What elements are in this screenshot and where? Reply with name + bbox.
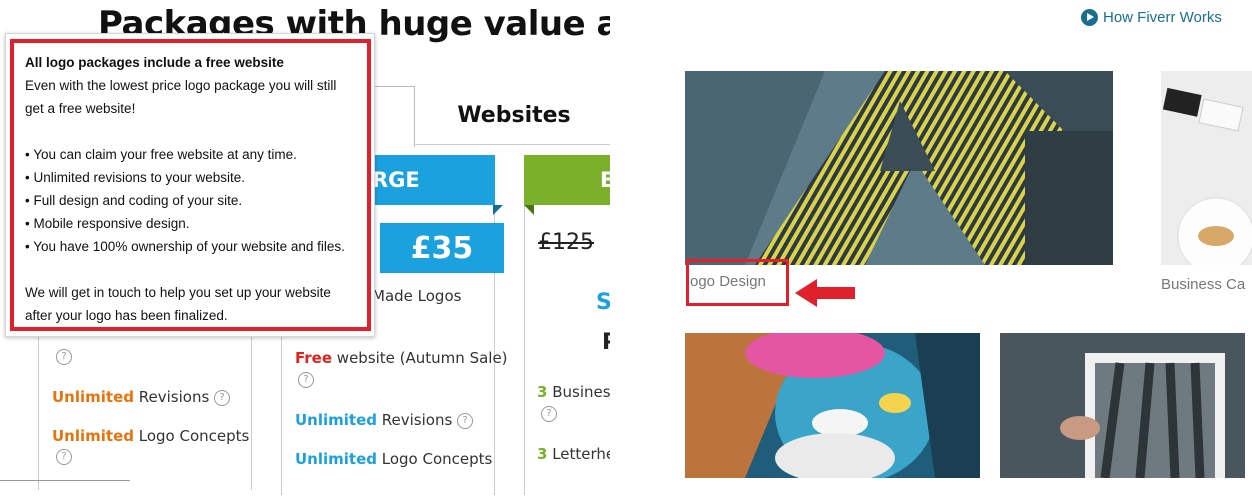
banner-fold bbox=[524, 205, 534, 215]
right-card-fragment: P bbox=[602, 330, 610, 355]
help-icon[interactable]: ? bbox=[457, 412, 474, 429]
help-icon[interactable]: ? bbox=[214, 389, 231, 406]
photography-image[interactable] bbox=[1000, 333, 1245, 478]
feature-made-logos: Made Logos bbox=[372, 287, 462, 305]
logo-design-image[interactable] bbox=[685, 71, 1113, 265]
package-banner-large-label: RGE bbox=[372, 168, 420, 192]
feature-highlight: Free bbox=[295, 349, 333, 367]
package-banner-right-label: E bbox=[600, 168, 610, 192]
feature-highlight: 3 bbox=[537, 383, 548, 401]
how-fiverr-works-label: How Fiverr Works bbox=[1103, 9, 1222, 26]
tooltip-text: after your logo has been finalized. bbox=[25, 308, 228, 323]
tooltip-title: All logo packages include a free website bbox=[25, 55, 284, 70]
feature-letterheads: 3 Letterhea bbox=[537, 445, 610, 463]
business-cards-image[interactable] bbox=[1161, 71, 1252, 265]
help-icon[interactable]: ? bbox=[56, 348, 72, 366]
feature-free-website: Free website (Autumn Sale) bbox=[295, 349, 508, 367]
feature-logo-concepts: Unlimited Logo Concepts bbox=[52, 427, 249, 445]
feature-logo-concepts: Unlimited Logo Concepts bbox=[295, 450, 492, 468]
tooltip-text: Even with the lowest price logo package … bbox=[25, 78, 337, 93]
price-value: £35 bbox=[410, 230, 474, 266]
package-banner-right: E bbox=[524, 155, 610, 205]
how-fiverr-works-link[interactable]: How Fiverr Works bbox=[1081, 9, 1222, 26]
annotation-highlight-box bbox=[686, 259, 789, 306]
feature-text: Revisions bbox=[377, 411, 453, 429]
feature-highlight: 3 bbox=[537, 445, 548, 463]
tooltip-bullet: • Mobile responsive design. bbox=[25, 216, 190, 231]
tooltip-highlight-box: All logo packages include a free website… bbox=[10, 39, 371, 331]
tooltip-bullet: • You can claim your free website at any… bbox=[25, 147, 297, 162]
feature-text: Business bbox=[552, 383, 610, 401]
tab-logo[interactable] bbox=[370, 86, 415, 147]
feature-text: website (Autumn Sale) bbox=[332, 349, 508, 367]
help-icon[interactable]: ? bbox=[56, 448, 72, 466]
divider bbox=[0, 480, 130, 481]
category-caption-business-cards[interactable]: Business Ca bbox=[1161, 276, 1252, 293]
feature-text: Logo Concepts bbox=[377, 450, 493, 468]
feature-highlight: Unlimited bbox=[52, 388, 134, 406]
feature-highlight: Unlimited bbox=[295, 411, 377, 429]
tooltip-bullet: • Full design and coding of your site. bbox=[25, 193, 243, 208]
left-arrow-icon bbox=[795, 277, 857, 314]
feature-text: Revisions bbox=[134, 388, 210, 406]
feature-revisions: Unlimited Revisions ? bbox=[295, 411, 474, 429]
right-card-fragment: S bbox=[596, 290, 610, 315]
feature-highlight: Unlimited bbox=[295, 450, 377, 468]
tab-websites-label: Websites bbox=[457, 102, 571, 128]
feature-revisions: Unlimited Revisions ? bbox=[52, 388, 231, 406]
feature-highlight: Unlimited bbox=[52, 427, 134, 445]
feature-text: Logo Concepts bbox=[134, 427, 250, 445]
play-circle-icon bbox=[1081, 9, 1098, 26]
package-price-large: £35 bbox=[380, 223, 504, 273]
feature-business-cards: 3 Business bbox=[537, 383, 610, 401]
banner-fold bbox=[493, 205, 503, 215]
tooltip-bullet: • Unlimited revisions to your website. bbox=[25, 170, 246, 185]
help-icon[interactable]: ? bbox=[541, 405, 557, 423]
feature-text: Letterhea bbox=[552, 445, 610, 463]
tooltip-bullet: • You have 100% ownership of your websit… bbox=[25, 239, 345, 254]
tooltip-text: We will get in touch to help you set up … bbox=[25, 285, 331, 300]
help-icon[interactable]: ? bbox=[298, 371, 314, 389]
illustration-image[interactable] bbox=[685, 333, 980, 478]
old-price: £125 bbox=[538, 230, 594, 255]
tab-websites[interactable]: Websites bbox=[414, 86, 610, 145]
tooltip-text: get a free website! bbox=[25, 101, 136, 116]
free-website-tooltip: All logo packages include a free website… bbox=[5, 33, 375, 337]
